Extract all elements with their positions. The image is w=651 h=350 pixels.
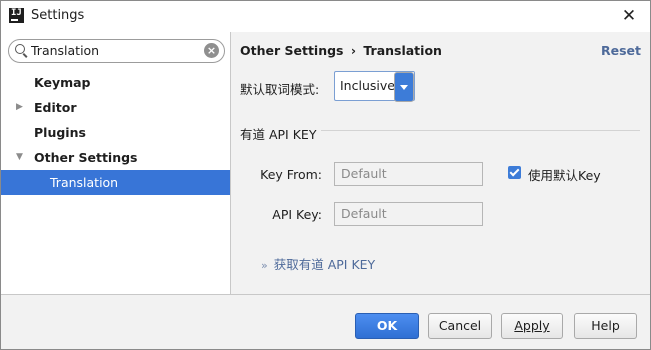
mode-select-value: Inclusive	[340, 78, 395, 93]
tree-item-label: Editor	[34, 100, 77, 115]
search-input[interactable]	[31, 42, 191, 59]
key-from-value: Default	[341, 166, 387, 181]
key-from-label: Key From:	[260, 167, 322, 182]
collapse-arrow-icon[interactable]: ▼	[16, 145, 26, 170]
ok-button[interactable]: OK	[355, 313, 419, 339]
chevron-down-icon[interactable]	[394, 72, 414, 102]
tree-item-plugins[interactable]: Plugins	[1, 120, 230, 145]
search-box[interactable]: ×	[8, 39, 225, 63]
api-key-label: API Key:	[272, 207, 322, 222]
help-button[interactable]: Help	[574, 313, 637, 339]
tree-item-editor[interactable]: ▶ Editor	[1, 95, 230, 120]
tree-item-label: Keymap	[34, 75, 91, 90]
clear-search-icon[interactable]: ×	[204, 43, 219, 58]
get-api-key-label: 获取有道 API KEY	[273, 257, 376, 272]
use-default-checkbox[interactable]	[508, 166, 521, 179]
section-divider	[321, 130, 640, 131]
settings-content: Other Settings › Translation Reset 默认取词模…	[231, 32, 650, 294]
mode-select[interactable]: Inclusive	[334, 71, 415, 102]
breadcrumb-current: Translation	[363, 43, 442, 58]
expand-arrow-icon[interactable]: ▶	[16, 95, 26, 120]
settings-window: IJ Settings ✕ × Keymap ▶ Editor Plugins …	[0, 0, 651, 350]
cancel-button[interactable]: Cancel	[428, 313, 492, 339]
intellij-app-icon: IJ	[9, 8, 24, 23]
dialog-footer: OK Cancel Apply Help	[1, 294, 650, 349]
window-title: Settings	[31, 8, 85, 23]
tree-item-label: Translation	[50, 175, 119, 190]
settings-tree: Keymap ▶ Editor Plugins ▼ Other Settings…	[1, 70, 230, 195]
close-icon[interactable]: ✕	[608, 1, 650, 32]
tree-item-translation[interactable]: Translation	[1, 170, 230, 195]
tree-item-label: Plugins	[34, 125, 86, 140]
breadcrumb-separator: ›	[350, 43, 357, 58]
tree-item-label: Other Settings	[34, 150, 138, 165]
get-api-key-link[interactable]: » 获取有道 API KEY	[261, 254, 375, 273]
api-key-value: Default	[341, 206, 387, 221]
settings-sidebar: × Keymap ▶ Editor Plugins ▼ Other Settin…	[1, 32, 231, 294]
key-from-field[interactable]: Default	[334, 162, 483, 186]
section-title: 有道 API KEY	[240, 127, 317, 142]
use-default-label[interactable]: 使用默认Key	[528, 165, 601, 184]
title-bar: IJ Settings ✕	[1, 1, 650, 32]
reset-link[interactable]: Reset	[601, 43, 641, 58]
search-icon	[15, 44, 25, 54]
breadcrumb-parent: Other Settings	[240, 43, 344, 58]
breadcrumb: Other Settings › Translation	[240, 43, 442, 58]
apply-button[interactable]: Apply	[501, 313, 563, 339]
mode-label: 默认取词模式:	[240, 82, 320, 97]
tree-item-keymap[interactable]: Keymap	[1, 70, 230, 95]
apply-label: Apply	[514, 318, 550, 333]
double-chevron-icon: »	[261, 259, 268, 272]
api-key-field[interactable]: Default	[334, 202, 483, 226]
tree-item-other-settings[interactable]: ▼ Other Settings	[1, 145, 230, 170]
